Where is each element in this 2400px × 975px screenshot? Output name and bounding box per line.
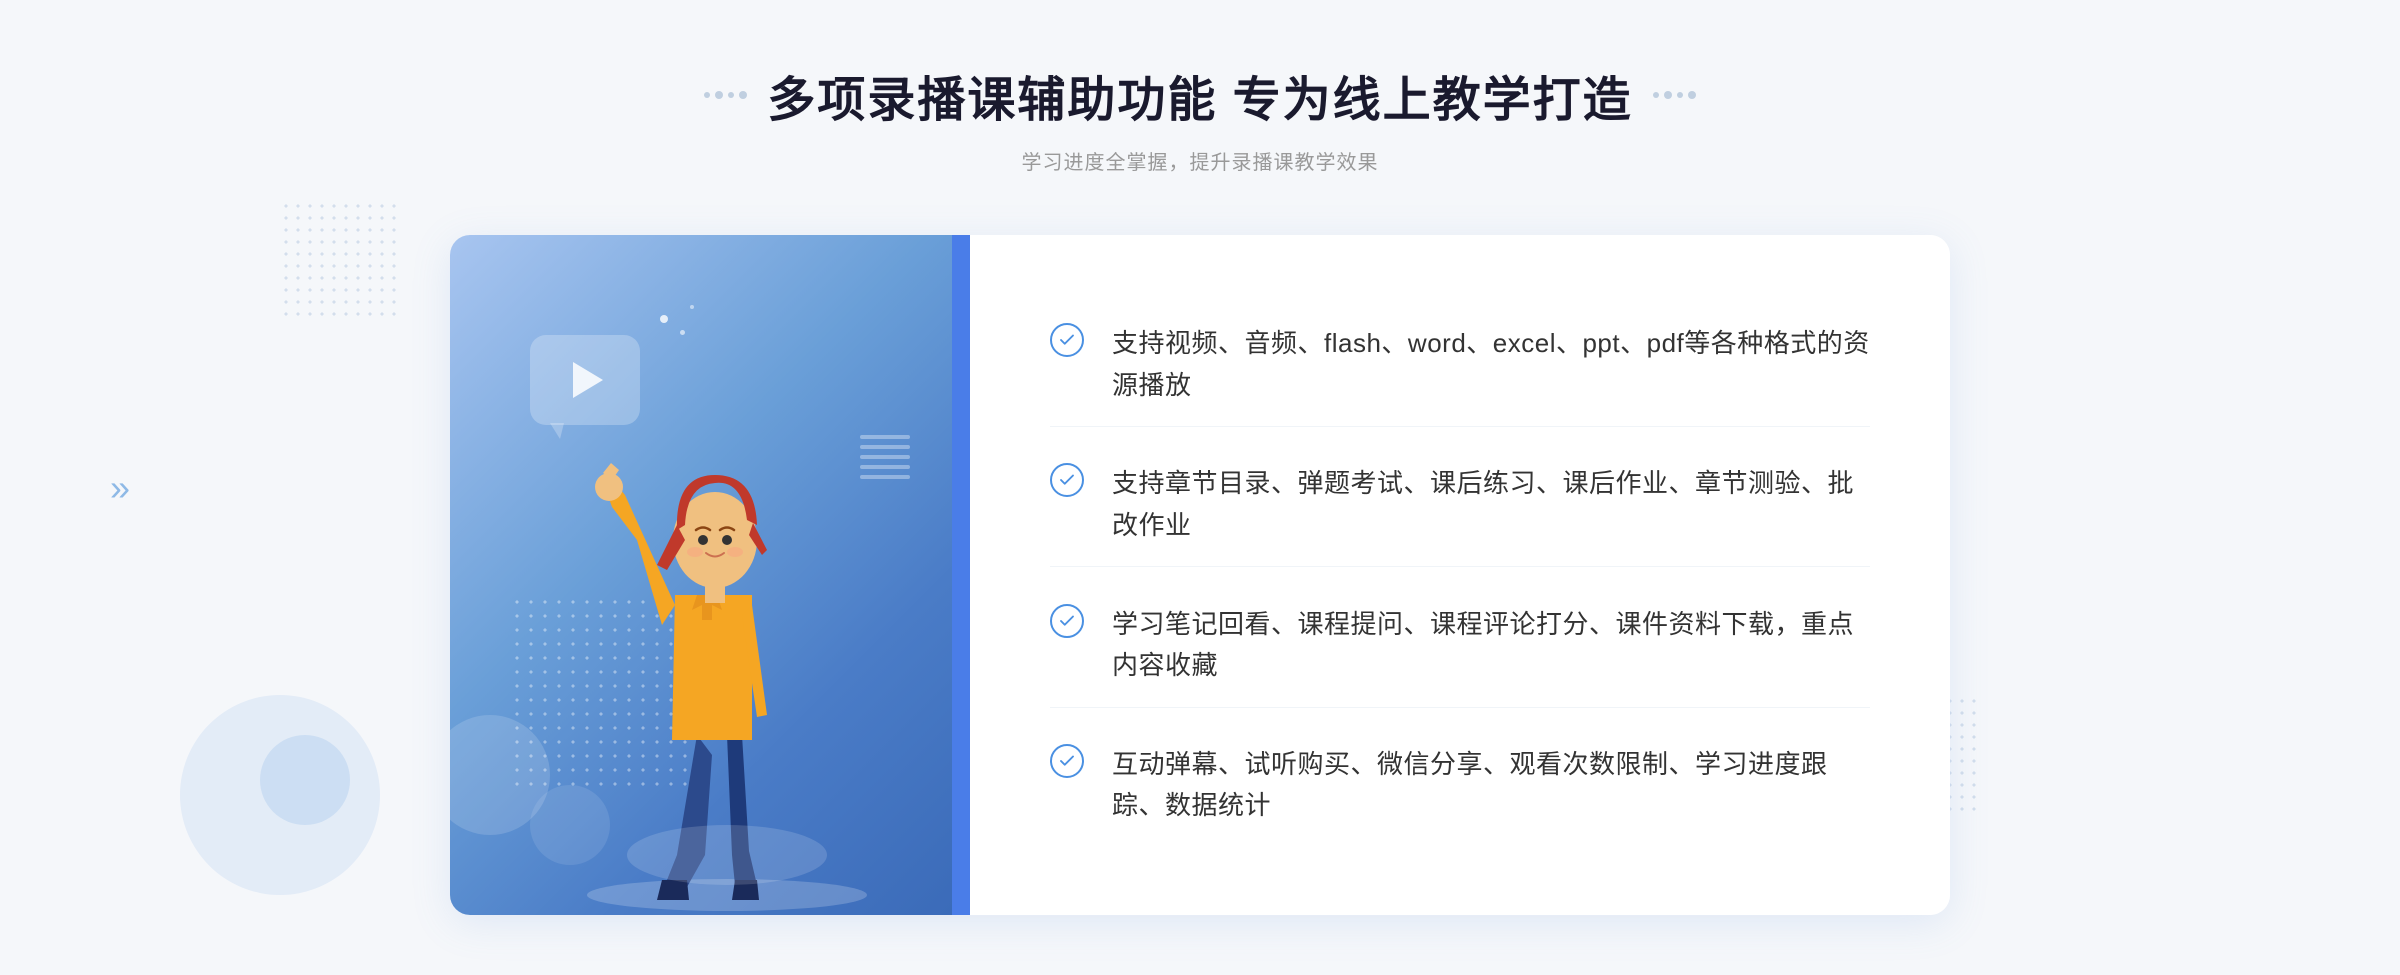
header-dots-left (704, 91, 747, 99)
right-panel: 支持视频、音频、flash、word、excel、ppt、pdf等各种格式的资源… (970, 235, 1950, 915)
header-dot (1653, 92, 1659, 98)
header-dot-large (715, 91, 723, 99)
page-subtitle: 学习进度全掌握，提升录播课教学效果 (704, 146, 1695, 175)
feature-text-1: 支持视频、音频、flash、word、excel、ppt、pdf等各种格式的资源… (1112, 323, 1870, 406)
feature-text-3: 学习笔记回看、课程提问、课程评论打分、课件资料下载，重点内容收藏 (1112, 604, 1870, 687)
feature-text-2: 支持章节目录、弹题考试、课后练习、课后作业、章节测验、批改作业 (1112, 463, 1870, 546)
header-dot-large (1664, 91, 1672, 99)
header-dot-large (739, 91, 747, 99)
header-dot-large (1688, 91, 1696, 99)
sparkle-1 (660, 315, 668, 323)
header-dot (704, 92, 710, 98)
header-section: 多项录播课辅助功能 专为线上教学打造 学习进度全掌握，提升录播课教学效果 (704, 60, 1695, 175)
main-card: 支持视频、音频、flash、word、excel、ppt、pdf等各种格式的资源… (450, 235, 1950, 915)
feature-item-2: 支持章节目录、弹题考试、课后练习、课后作业、章节测验、批改作业 (1050, 443, 1870, 567)
check-icon-1 (1050, 323, 1084, 357)
feature-item-4: 互动弹幕、试听购买、微信分享、观看次数限制、学习进度跟踪、数据统计 (1050, 724, 1870, 847)
header-dot (728, 92, 734, 98)
header-title-row: 多项录播课辅助功能 专为线上教学打造 (704, 60, 1695, 130)
check-icon-3 (1050, 604, 1084, 638)
header-dot (1677, 92, 1683, 98)
header-dots-right (1653, 91, 1696, 99)
page-title: 多项录播课辅助功能 专为线上教学打造 (767, 60, 1632, 130)
feature-item-3: 学习笔记回看、课程提问、课程评论打分、课件资料下载，重点内容收藏 (1050, 584, 1870, 708)
figure-illustration (557, 375, 897, 915)
check-icon-4 (1050, 744, 1084, 778)
check-icon-2 (1050, 463, 1084, 497)
dot-grid-top-left (280, 200, 400, 320)
deco-circle-small (260, 735, 350, 825)
chevron-left-deco: » (110, 467, 130, 509)
page-container: » 多项录播课辅助功能 专为线上教学打造 学习进度全掌握，提升录播课教学效果 (0, 0, 2400, 975)
feature-item-1: 支持视频、音频、flash、word、excel、ppt、pdf等各种格式的资源… (1050, 303, 1870, 427)
sparkle-2 (680, 330, 685, 335)
sparkle-3 (690, 305, 694, 309)
feature-text-4: 互动弹幕、试听购买、微信分享、观看次数限制、学习进度跟踪、数据统计 (1112, 744, 1870, 827)
left-panel (450, 235, 970, 915)
